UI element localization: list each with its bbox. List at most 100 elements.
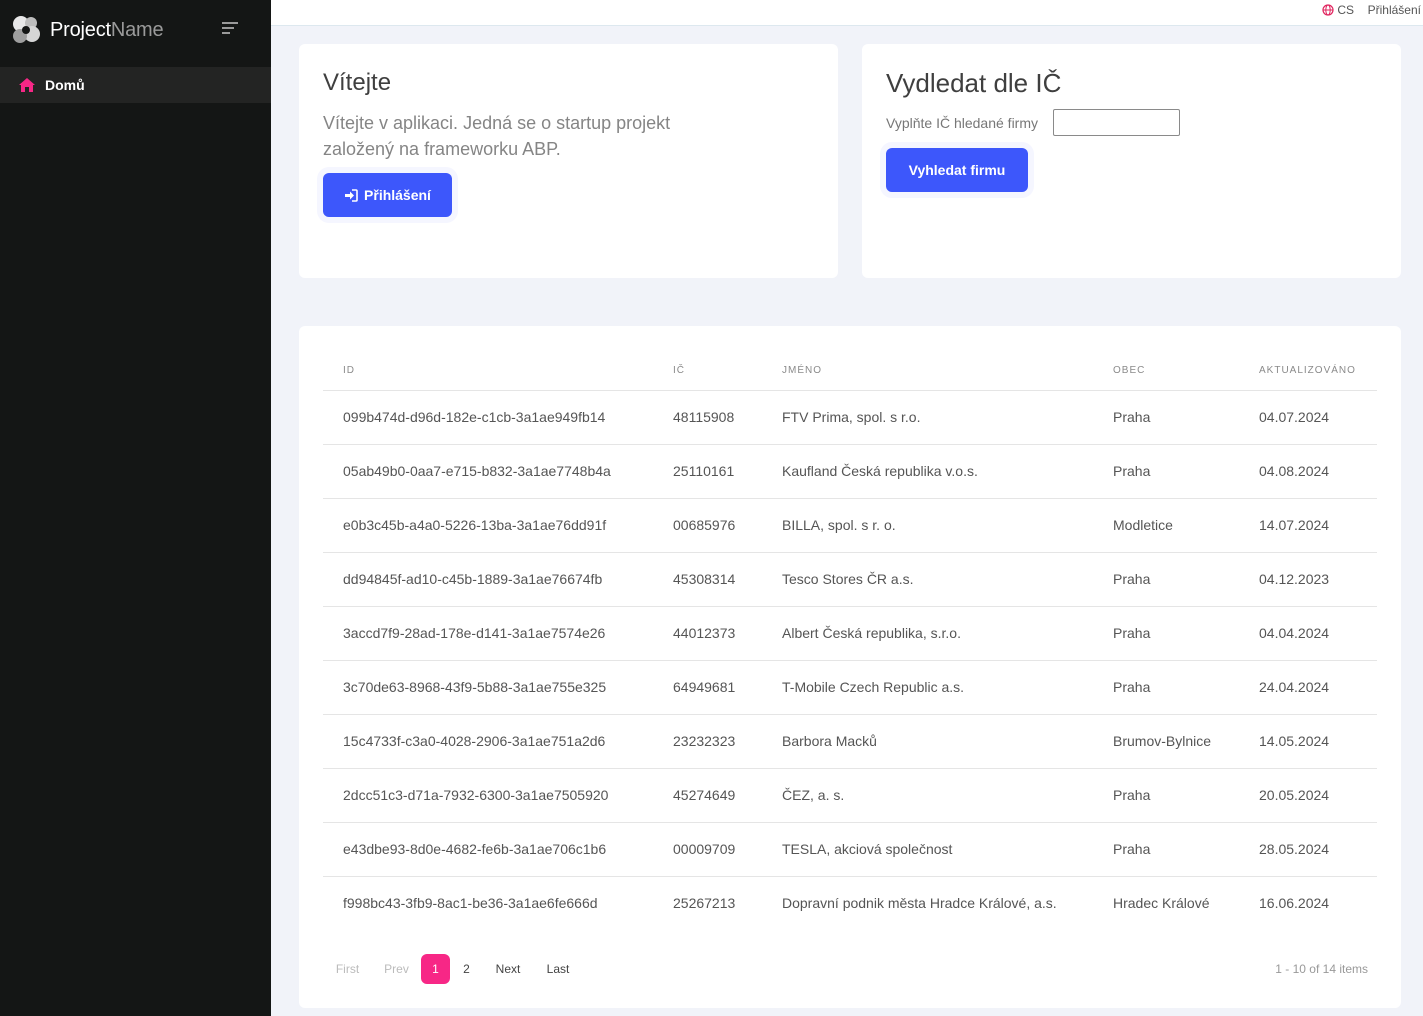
welcome-title: Vítejte [323, 69, 392, 96]
cell-city: Praha [1093, 768, 1239, 823]
sign-in-icon [345, 188, 358, 202]
search-card: Vydledat dle IČ Vyplňte IČ hledané firmy… [862, 44, 1401, 278]
cell-id: 099b474d-d96d-182e-c1cb-3a1ae949fb14 [323, 390, 653, 445]
table-row[interactable]: 2dcc51c3-d71a-7932-6300-3a1ae7505920 4527… [323, 768, 1377, 823]
cell-id: 3c70de63-8968-43f9-5b88-3a1ae755e325 [323, 660, 653, 715]
cell-ico: 48115908 [653, 390, 762, 445]
cell-name: Albert Česká republika, s.r.o. [762, 606, 1093, 661]
cell-id: e43dbe93-8d0e-4682-fe6b-3a1ae706c1b6 [323, 822, 653, 877]
cell-city: Hradec Králové [1113, 895, 1210, 912]
pager-page-1[interactable]: 1 [421, 954, 450, 984]
companies-card: ID IČ JMÉNO OBEC AKTUALIZOVÁNO 099b474d-… [299, 326, 1401, 1008]
cell-ico: 25110161 [653, 444, 762, 499]
cell-city: Modletice [1093, 498, 1239, 553]
search-company-button[interactable]: Vyhledat firmu [886, 148, 1028, 192]
table-body: 099b474d-d96d-182e-c1cb-3a1ae949fb14 4811… [323, 390, 1377, 930]
cell-id: 3accd7f9-28ad-178e-d141-3a1ae7574e26 [323, 606, 653, 661]
table-row[interactable]: 3c70de63-8968-43f9-5b88-3a1ae755e325 6494… [323, 660, 1377, 715]
cell-city: Praha [1093, 606, 1239, 661]
cell-name: TESLA, akciová společnost [762, 822, 1093, 877]
welcome-text: Vítejte v aplikaci. Jedná se o startup p… [323, 113, 671, 159]
cell-city: Praha [1093, 822, 1239, 877]
sidebar: ProjectName Domů [0, 0, 271, 1016]
cell-name: Kaufland Česká republika v.o.s. [762, 444, 1093, 499]
cell-ico: 45274649 [653, 768, 762, 823]
table-row[interactable]: e0b3c45b-a4a0-5226-13ba-3a1ae76dd91f 0068… [323, 498, 1377, 553]
cell-id: f998bc43-3fb9-8ac1-be36-3a1ae6fe666d [343, 895, 598, 912]
pager-last[interactable]: Last [533, 954, 583, 984]
pagination: First Prev 1 2 Next Last [323, 954, 583, 984]
cell-updated: 04.08.2024 [1239, 444, 1377, 499]
cell-id: 05ab49b0-0aa7-e715-b832-3a1ae7748b4a [323, 444, 653, 499]
cell-name: BILLA, spol. s r. o. [762, 498, 1093, 553]
cell-ico: 23232323 [653, 714, 762, 769]
table-row[interactable]: dd94845f-ad10-c45b-1889-3a1ae76674fb 4530… [323, 552, 1377, 607]
cell-name: Tesco Stores ČR a.s. [762, 552, 1093, 607]
column-header-id[interactable]: ID [323, 352, 653, 391]
home-icon [19, 78, 35, 92]
companies-table: ID IČ JMÉNO OBEC AKTUALIZOVÁNO 099b474d-… [323, 352, 1377, 930]
table-row[interactable]: 05ab49b0-0aa7-e715-b832-3a1ae7748b4a 2511… [323, 444, 1377, 499]
table-row[interactable]: 3accd7f9-28ad-178e-d141-3a1ae7574e26 4401… [323, 606, 1377, 661]
ico-input[interactable] [1053, 109, 1180, 136]
column-header-name[interactable]: JMÉNO [762, 352, 1093, 391]
ico-field-label: Vyplňte IČ hledané firmy [886, 115, 1038, 131]
cell-id: 2dcc51c3-d71a-7932-6300-3a1ae7505920 [323, 768, 653, 823]
cell-updated: 04.12.2023 [1239, 552, 1377, 607]
cell-updated: 24.04.2024 [1239, 660, 1377, 715]
cell-updated: 20.05.2024 [1239, 768, 1377, 823]
pager-info: 1 - 10 of 14 items [1275, 962, 1368, 976]
welcome-card: Vítejte Vítejte v aplikaci. Jedná se o s… [299, 44, 838, 278]
cell-updated: 04.04.2024 [1239, 606, 1377, 661]
pager-prev[interactable]: Prev [372, 954, 421, 984]
cell-ico: 45308314 [653, 552, 762, 607]
column-header-city[interactable]: OBEC [1093, 352, 1239, 391]
cell-name: Barbora Macků [762, 714, 1093, 769]
cell-updated: 14.07.2024 [1239, 498, 1377, 553]
cell-ico: 44012373 [653, 606, 762, 661]
cell-city: Praha [1093, 390, 1239, 445]
logo-icon [13, 16, 40, 43]
cell-ico: 25267213 [673, 895, 736, 912]
cell-city: Brumov-Bylnice [1093, 714, 1239, 769]
cell-name: T-Mobile Czech Republic a.s. [762, 660, 1093, 715]
pager-page-2[interactable]: 2 [450, 954, 483, 984]
search-button-label: Vyhledat firmu [908, 162, 1006, 178]
cell-name: FTV Prima, spol. s r.o. [762, 390, 1093, 445]
topbar: CS Přihlášení [271, 0, 1423, 26]
brand-name-light: Name [110, 18, 164, 41]
cell-city: Praha [1093, 660, 1239, 715]
cell-city: Praha [1093, 444, 1239, 499]
brand-name: ProjectName [50, 18, 164, 42]
globe-icon [1322, 4, 1334, 16]
brand[interactable]: ProjectName [10, 13, 164, 47]
sidebar-item-home[interactable]: Domů [0, 67, 271, 103]
login-button-label: Přihlášení [364, 187, 431, 203]
pager-first[interactable]: First [323, 954, 372, 984]
cell-name: ČEZ, a. s. [762, 768, 1093, 823]
cell-name: Dopravní podnik města Hradce Králové, a.… [782, 895, 1057, 912]
column-header-ico[interactable]: IČ [653, 352, 762, 391]
table-row[interactable]: e43dbe93-8d0e-4682-fe6b-3a1ae706c1b6 0000… [323, 822, 1377, 877]
table-row[interactable]: f998bc43-3fb9-8ac1-be36-3a1ae6fe666d 2526… [323, 876, 1377, 930]
pager-next[interactable]: Next [483, 954, 533, 984]
cell-updated: 04.07.2024 [1239, 390, 1377, 445]
cell-ico: 64949681 [653, 660, 762, 715]
table-row[interactable]: 099b474d-d96d-182e-c1cb-3a1ae949fb14 4811… [323, 390, 1377, 445]
login-link[interactable]: Přihlášení [1368, 3, 1421, 17]
cell-id: 15c4733f-c3a0-4028-2906-3a1ae751a2d6 [323, 714, 653, 769]
cell-updated: 16.06.2024 [1259, 895, 1330, 912]
cell-updated: 14.05.2024 [1239, 714, 1377, 769]
brand-name-bold: Project [50, 18, 111, 41]
cell-city: Praha [1093, 552, 1239, 607]
cell-id: dd94845f-ad10-c45b-1889-3a1ae76674fb [323, 552, 653, 607]
column-header-updated[interactable]: AKTUALIZOVÁNO [1239, 352, 1377, 391]
table-row[interactable]: 15c4733f-c3a0-4028-2906-3a1ae751a2d6 2323… [323, 714, 1377, 769]
login-button[interactable]: Přihlášení [323, 173, 452, 217]
language-label: CS [1337, 3, 1354, 17]
cell-ico: 00009709 [653, 822, 762, 877]
cell-id: e0b3c45b-a4a0-5226-13ba-3a1ae76dd91f [323, 498, 653, 553]
language-selector[interactable]: CS [1322, 3, 1354, 17]
sidebar-item-label: Domů [45, 77, 85, 93]
menu-toggle-icon[interactable] [222, 22, 240, 36]
